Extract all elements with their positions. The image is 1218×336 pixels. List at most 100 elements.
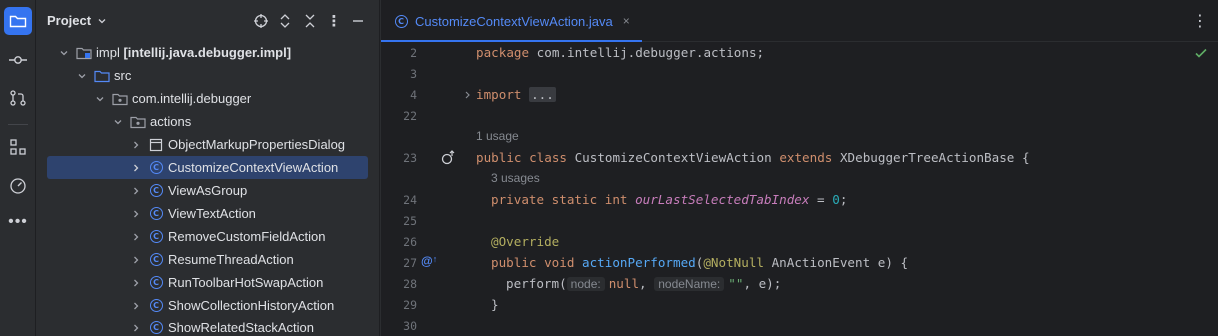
chevron-right-icon[interactable] (128, 229, 144, 245)
code-line-28: perform(node: null, nodeName: "", e); (506, 276, 781, 291)
keyword: import (476, 87, 522, 102)
options-button[interactable]: ⋮ (324, 11, 344, 31)
class-icon: C (148, 275, 164, 291)
chevron-down-icon[interactable] (56, 45, 72, 61)
more-vertical-icon: ⋮ (326, 13, 342, 30)
close-icon[interactable]: × (623, 14, 630, 28)
chevron-down-icon[interactable] (74, 68, 90, 84)
usages-hint[interactable]: 3 usages (491, 171, 540, 185)
tree-row-view-as-group[interactable]: C ViewAsGroup (36, 179, 379, 202)
fold-expand-icon[interactable] (463, 88, 473, 102)
implemented-gutter-icon[interactable] (440, 150, 456, 166)
project-title: Project (47, 13, 92, 28)
project-view-selector[interactable]: Project (47, 13, 107, 28)
chevron-right-icon[interactable] (128, 298, 144, 314)
commit-icon (9, 56, 27, 64)
class-icon: C (393, 13, 409, 29)
code-text: CustomizeContextViewAction (567, 150, 780, 165)
line-number: 2 (410, 46, 417, 60)
parameter-hint[interactable]: nodeName: (654, 277, 725, 291)
tree-label: ObjectMarkupPropertiesDialog (168, 137, 346, 152)
locate-file-button[interactable] (251, 11, 271, 31)
annotation: @NotNull (703, 255, 764, 270)
editor-tab-customize-context-view-action[interactable]: C CustomizeContextViewAction.java × (381, 0, 642, 42)
form-icon (148, 137, 164, 153)
line-number: 29 (403, 298, 417, 312)
project-tool-button[interactable] (4, 7, 32, 35)
tree-row-package-debugger[interactable]: com.intellij.debugger (36, 87, 379, 110)
hide-panel-button[interactable] (348, 11, 368, 31)
gauge-icon (10, 178, 26, 194)
chevron-right-icon[interactable] (128, 252, 144, 268)
line-number: 27 (403, 256, 417, 270)
more-tools-button[interactable]: ••• (4, 208, 32, 236)
tree-label: ShowRelatedStackAction (168, 320, 314, 335)
tree-label: com.intellij.debugger (132, 91, 252, 106)
chevron-down-icon[interactable] (92, 91, 108, 107)
tree-row-src[interactable]: src (36, 64, 379, 87)
chevron-right-icon[interactable] (128, 137, 144, 153)
line-number: 30 (403, 319, 417, 333)
tree-label: RemoveCustomFieldAction (168, 229, 326, 244)
module-name: [intellij.java.debugger.impl] (123, 45, 292, 60)
code-line-29: } (491, 297, 499, 312)
chevron-right-icon[interactable] (128, 320, 144, 336)
code-text: AnActionEvent e) { (764, 255, 909, 270)
profiler-tool-button[interactable] (4, 171, 32, 199)
code-text: , (639, 276, 655, 291)
code-text: com.intellij.debugger.actions; (529, 45, 765, 60)
tree-row-resume-thread-action[interactable]: C ResumeThreadAction (36, 248, 379, 271)
chevron-right-icon[interactable] (128, 275, 144, 291)
tree-row-remove-custom-field-action[interactable]: C RemoveCustomFieldAction (36, 225, 379, 248)
collapse-all-button[interactable] (300, 11, 320, 31)
project-panel-header: Project ⋮ (36, 0, 379, 42)
override-gutter-icon[interactable]: @↑ (421, 254, 443, 270)
tree-label: src (114, 68, 132, 83)
tree-label: ViewAsGroup (168, 183, 248, 198)
package-icon (112, 91, 128, 107)
tree-row-impl-module[interactable]: impl [intellij.java.debugger.impl] (36, 41, 379, 64)
expand-all-button[interactable] (275, 11, 295, 31)
structure-tool-button[interactable] (4, 133, 32, 161)
expand-all-icon (280, 14, 290, 28)
keyword: package (476, 45, 530, 60)
pull-requests-tool-button[interactable] (4, 84, 32, 112)
keyword: private static int (491, 192, 628, 207)
no-problems-check-icon[interactable] (1194, 46, 1208, 63)
tree-row-show-collection-history-action[interactable]: C ShowCollectionHistoryAction (36, 294, 379, 317)
usages-hint[interactable]: 1 usage (476, 129, 519, 143)
tool-window-strip: ••• (0, 0, 36, 336)
chevron-right-icon[interactable] (128, 183, 144, 199)
tree-label: CustomizeContextViewAction (168, 160, 339, 175)
module-folder-icon (76, 45, 92, 61)
chevron-down-icon (98, 18, 106, 23)
tree-row-run-toolbar-hotswap-action[interactable]: C RunToolbarHotSwapAction (36, 271, 379, 294)
editor-tab-bar: C CustomizeContextViewAction.java × ⋮ (381, 0, 1218, 42)
tree-row-show-related-stack-action[interactable]: C ShowRelatedStackAction (36, 316, 379, 336)
class-icon: C (148, 320, 164, 336)
folded-region[interactable]: ... (529, 87, 556, 102)
tree-row-object-markup-dialog[interactable]: ObjectMarkupPropertiesDialog (36, 133, 379, 156)
vertical-scrollbar[interactable] (1212, 42, 1218, 336)
folder-icon (9, 15, 27, 28)
commit-tool-button[interactable] (4, 46, 32, 74)
tree-label: RunToolbarHotSwapAction (168, 275, 324, 290)
line-number: 23 (403, 151, 417, 165)
tree-row-package-actions[interactable]: actions (36, 110, 379, 133)
tree-row-view-text-action[interactable]: C ViewTextAction (36, 202, 379, 225)
tree-label: actions (150, 114, 192, 129)
chevron-right-icon[interactable] (128, 206, 144, 222)
chevron-right-icon[interactable] (128, 160, 144, 176)
class-icon: C (148, 160, 164, 176)
tree-row-customize-context-view-action[interactable]: C CustomizeContextViewAction (47, 156, 368, 179)
code-area[interactable]: package com.intellij.debugger.actions; i… (476, 42, 1196, 336)
code-line-27: public void actionPerformed(@NotNull AnA… (491, 255, 908, 270)
number-literal: 0 (832, 192, 840, 207)
editor: C CustomizeContextViewAction.java × ⋮ 2 … (381, 0, 1218, 336)
code-line-4: import ... (476, 87, 556, 102)
tab-actions-button[interactable]: ⋮ (1192, 11, 1208, 31)
parameter-hint[interactable]: node: (566, 277, 605, 291)
chevron-down-icon[interactable] (110, 114, 126, 130)
keyword: public class (476, 150, 567, 165)
package-icon (130, 114, 146, 130)
